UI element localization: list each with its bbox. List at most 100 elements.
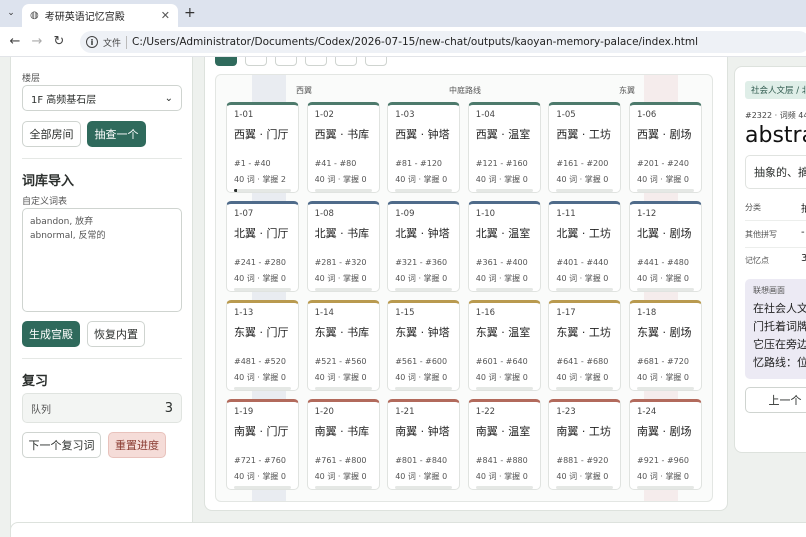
association-label: 联想画面: [753, 286, 785, 295]
room-card[interactable]: 1-14 东翼 · 书库 #521 - #560 40 词 · 掌握 0: [306, 300, 380, 391]
view-tab[interactable]: [215, 57, 237, 66]
room-stat: 40 词 · 掌握 0: [395, 472, 448, 481]
progress-bar: [637, 288, 694, 291]
room-card[interactable]: 1-01 西翼 · 门厅 #1 - #40 40 词 · 掌握 2: [226, 102, 299, 193]
room-card[interactable]: 1-05 西翼 · 工坊 #161 - #200 40 词 · 掌握 0: [548, 102, 622, 193]
room-card[interactable]: 1-20 南翼 · 书库 #761 - #800 40 词 · 掌握 0: [306, 399, 380, 490]
reset-progress-button[interactable]: 重置进度: [108, 432, 166, 458]
view-tab[interactable]: [335, 57, 357, 66]
room-id: 1-07: [234, 209, 254, 219]
room-name: 北翼 · 剧场: [637, 227, 692, 240]
restore-builtin-button[interactable]: 恢复内置: [87, 321, 145, 347]
room-id: 1-12: [637, 209, 657, 219]
floor-select[interactable]: 1F 高频基石层 ⌄: [22, 85, 182, 111]
progress-bar: [234, 387, 291, 390]
room-stat: 40 词 · 掌握 0: [637, 274, 689, 283]
next-review-button[interactable]: 下一个复习词: [22, 432, 101, 458]
room-range: #361 - #400: [475, 258, 528, 267]
room-stat: 40 词 · 掌握 0: [395, 373, 448, 382]
all-rooms-button[interactable]: 全部房间: [22, 121, 81, 147]
address-bar[interactable]: i 文件 C:/Users/Administrator/Documents/Co…: [80, 31, 806, 53]
room-id: 1-21: [395, 407, 415, 417]
room-range: #801 - #840: [395, 456, 448, 465]
room-stat: 40 词 · 掌握 0: [314, 472, 367, 481]
room-id: 1-23: [556, 407, 576, 417]
room-range: #681 - #720: [637, 357, 689, 366]
field-value: -: [801, 227, 805, 238]
room-card[interactable]: 1-18 东翼 · 剧场 #681 - #720 40 词 · 掌握 0: [629, 300, 702, 391]
room-id: 1-17: [556, 308, 576, 318]
room-name: 东翼 · 工坊: [556, 326, 611, 339]
tab-title: 考研英语记忆宫殿: [44, 12, 125, 23]
room-card[interactable]: 1-15 东翼 · 钟塔 #561 - #600 40 词 · 掌握 0: [387, 300, 461, 391]
view-tab[interactable]: [275, 57, 297, 66]
room-card[interactable]: 1-21 南翼 · 钟塔 #801 - #840 40 词 · 掌握 0: [387, 399, 461, 490]
room-stat: 40 词 · 掌握 0: [314, 175, 367, 184]
room-card[interactable]: 1-19 南翼 · 门厅 #721 - #760 40 词 · 掌握 0: [226, 399, 299, 490]
queue-count: 3: [164, 400, 173, 416]
room-range: #761 - #800: [314, 456, 367, 465]
progress-bar: [475, 387, 533, 390]
room-card[interactable]: 1-24 南翼 · 剧场 #921 - #960 40 词 · 掌握 0: [629, 399, 702, 490]
room-card[interactable]: 1-04 西翼 · 温室 #121 - #160 40 词 · 掌握 0: [467, 102, 541, 193]
room-stat: 40 词 · 掌握 0: [556, 373, 609, 382]
url-text[interactable]: C:/Users/Administrator/Documents/Codex/2…: [132, 36, 698, 48]
close-icon[interactable]: ✕: [161, 9, 170, 22]
chevron-down-icon: ⌄: [164, 92, 173, 104]
back-icon[interactable]: ←: [4, 34, 26, 49]
association-text: 在社会人文 门托着词牌 它压在旁边 忆路线：位: [753, 302, 806, 369]
room-card[interactable]: 1-07 北翼 · 门厅 #241 - #280 40 词 · 掌握 0: [226, 201, 299, 292]
room-card[interactable]: 1-09 北翼 · 钟塔 #321 - #360 40 词 · 掌握 0: [387, 201, 461, 292]
room-card[interactable]: 1-10 北翼 · 温室 #361 - #400 40 词 · 掌握 0: [467, 201, 541, 292]
new-tab-icon[interactable]: +: [184, 5, 196, 21]
room-card[interactable]: 1-02 西翼 · 书库 #41 - #80 40 词 · 掌握 0: [306, 102, 380, 193]
progress-bar: [556, 288, 614, 291]
room-stat: 40 词 · 掌握 0: [395, 175, 448, 184]
previous-button[interactable]: 上一个: [745, 387, 806, 413]
room-id: 1-10: [475, 209, 496, 219]
room-name: 北翼 · 工坊: [556, 227, 611, 240]
wing-label-east: 东翼: [619, 86, 635, 95]
room-stat: 40 词 · 掌握 0: [314, 274, 367, 283]
room-id: 1-03: [395, 110, 415, 120]
generate-palace-button[interactable]: 生成宫殿: [22, 321, 80, 347]
room-grid: 西翼 中庭路线 东翼 1-01 西翼 · 门厅 #1 - #40 40 词 · 掌握 …: [215, 74, 713, 502]
room-card[interactable]: 1-11 北翼 · 工坊 #401 - #440 40 词 · 掌握 0: [548, 201, 622, 292]
reload-icon[interactable]: ↻: [48, 34, 70, 49]
custom-list-textarea[interactable]: abandon, 放弃 abnormal, 反常的: [22, 208, 182, 312]
room-card[interactable]: 1-12 北翼 · 剧场 #441 - #480 40 词 · 掌握 0: [629, 201, 702, 292]
browser-tab[interactable]: ◍ 考研英语记忆宫殿 ✕: [22, 4, 178, 27]
word-meta: #2322 · 词频 44: [745, 111, 806, 120]
room-card[interactable]: 1-16 东翼 · 温室 #601 - #640 40 词 · 掌握 0: [467, 300, 541, 391]
room-name: 南翼 · 门厅: [234, 425, 289, 438]
room-id: 1-15: [395, 308, 415, 318]
room-name: 北翼 · 钟塔: [395, 227, 450, 240]
room-name: 西翼 · 门厅: [234, 128, 289, 141]
room-card[interactable]: 1-13 东翼 · 门厅 #481 - #520 40 词 · 掌握 0: [226, 300, 299, 391]
view-tab[interactable]: [365, 57, 387, 66]
room-card[interactable]: 1-08 北翼 · 书库 #281 - #320 40 词 · 掌握 0: [306, 201, 380, 292]
progress-bar: [314, 486, 372, 489]
room-stat: 40 词 · 掌握 0: [234, 472, 286, 481]
field-label: 其他拼写: [745, 230, 777, 239]
room-card[interactable]: 1-22 南翼 · 温室 #841 - #880 40 词 · 掌握 0: [467, 399, 541, 490]
room-card[interactable]: 1-06 西翼 · 剧场 #201 - #240 40 词 · 掌握 0: [629, 102, 702, 193]
browser-toolbar: ← → ↻ i 文件 C:/Users/Administrator/Docume…: [0, 27, 806, 57]
forward-icon[interactable]: →: [26, 34, 48, 49]
random-check-button[interactable]: 抽查一个: [87, 121, 146, 147]
room-card[interactable]: 1-03 西翼 · 钟塔 #81 - #120 40 词 · 掌握 0: [387, 102, 461, 193]
room-range: #721 - #760: [234, 456, 286, 465]
progress-bar: [475, 486, 533, 489]
info-icon[interactable]: i: [86, 36, 98, 48]
view-tab[interactable]: [305, 57, 327, 66]
view-tab[interactable]: [245, 57, 267, 66]
room-card[interactable]: 1-23 南翼 · 工坊 #881 - #920 40 词 · 掌握 0: [548, 399, 622, 490]
room-stat: 40 词 · 掌握 0: [637, 373, 689, 382]
room-card[interactable]: 1-17 东翼 · 工坊 #641 - #680 40 词 · 掌握 0: [548, 300, 622, 391]
room-stat: 40 词 · 掌握 0: [637, 175, 689, 184]
room-id: 1-20: [314, 407, 334, 417]
review-queue: 队列 3: [22, 393, 182, 423]
room-range: #201 - #240: [637, 159, 689, 168]
room-range: #481 - #520: [234, 357, 286, 366]
tab-search-icon[interactable]: ⌄: [4, 6, 18, 20]
